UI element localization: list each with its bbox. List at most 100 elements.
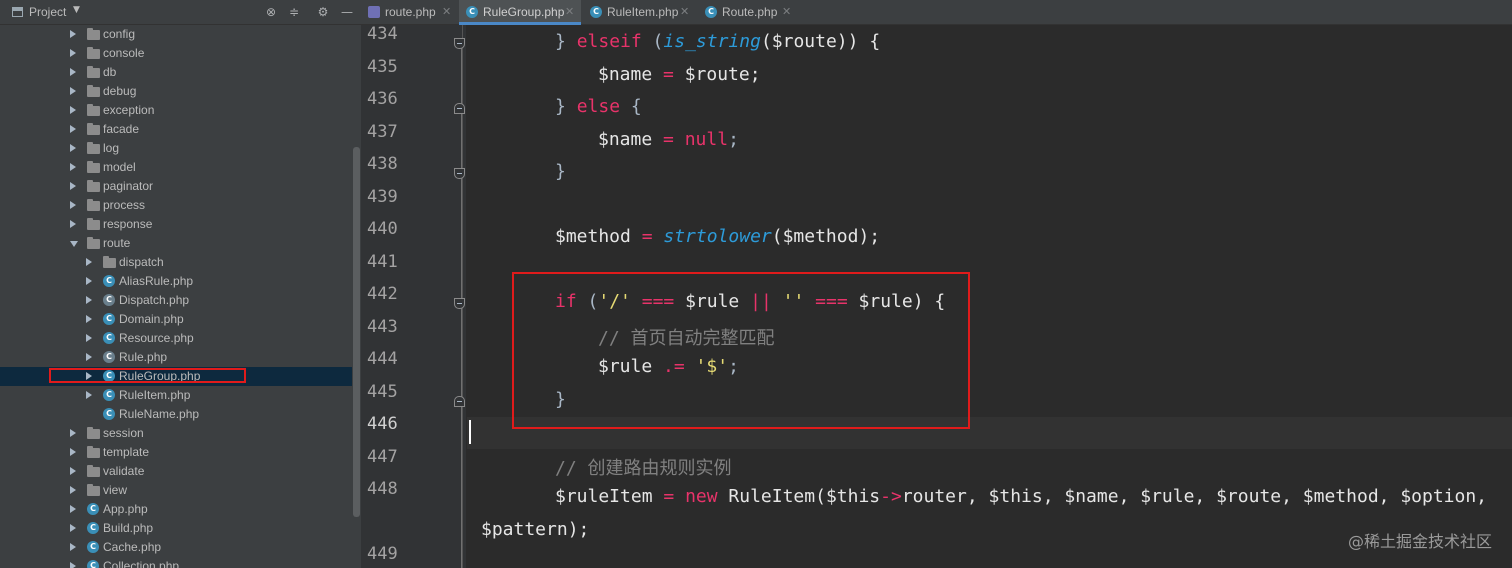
code-token: (: [576, 291, 599, 312]
code-token: =: [652, 129, 685, 150]
collapse-all-icon[interactable]: ≑: [285, 3, 303, 21]
tree-item-label: Resource.php: [119, 331, 194, 345]
tree-item-label: debug: [103, 84, 137, 98]
chevron-right-icon[interactable]: [70, 448, 76, 456]
tree-item-label: facade: [103, 122, 140, 136]
code-line-442: if ('/' === $rule || '' === $rule) {: [467, 287, 1512, 319]
project-tree-scrollbar[interactable]: [352, 25, 361, 568]
chevron-right-icon[interactable]: [70, 524, 76, 532]
tree-item-rulegroup-php[interactable]: C RuleGroup.php: [0, 367, 352, 386]
chevron-right-icon[interactable]: [86, 258, 92, 266]
tree-item-debug[interactable]: debug: [0, 82, 352, 101]
tree-item-domain-php[interactable]: C Domain.php: [0, 310, 352, 329]
tree-item-response[interactable]: response: [0, 215, 352, 234]
chevron-right-icon[interactable]: [70, 429, 76, 437]
chevron-right-icon[interactable]: [70, 49, 76, 57]
class-icon: C: [103, 332, 115, 344]
chevron-right-icon[interactable]: [70, 87, 76, 95]
tree-item-aliasrule-php[interactable]: C AliasRule.php: [0, 272, 352, 291]
chevron-down-icon[interactable]: [70, 241, 78, 247]
tab-route-php[interactable]: route.php ✕: [361, 0, 458, 25]
code-line-437: $name = null;: [467, 125, 1512, 157]
tree-item-resource-php[interactable]: C Resource.php: [0, 329, 352, 348]
tree-item-console[interactable]: console: [0, 44, 352, 63]
fold-collapse-icon[interactable]: [454, 103, 465, 114]
tab-ruleitem-php[interactable]: C RuleItem.php ✕: [583, 0, 696, 25]
line-number: 439: [367, 187, 398, 207]
tree-item-facade[interactable]: facade: [0, 120, 352, 139]
tree-item-db[interactable]: db: [0, 63, 352, 82]
chevron-right-icon[interactable]: [86, 334, 92, 342]
chevron-right-icon[interactable]: [86, 296, 92, 304]
tree-item-collection-php[interactable]: C Collection.php: [0, 557, 352, 568]
chevron-right-icon[interactable]: [86, 391, 92, 399]
code-area[interactable]: } elseif (is_string($route)) { $name = $…: [467, 25, 1512, 568]
chevron-right-icon[interactable]: [70, 182, 76, 190]
chevron-down-icon[interactable]: ▼: [73, 5, 80, 15]
chevron-right-icon[interactable]: [70, 543, 76, 551]
chevron-right-icon[interactable]: [70, 68, 76, 76]
code-token: ||: [750, 291, 772, 312]
minimize-icon[interactable]: —: [338, 3, 356, 21]
tree-item-ruleitem-php[interactable]: C RuleItem.php: [0, 386, 352, 405]
folder-icon: [103, 256, 116, 268]
chevron-right-icon[interactable]: [70, 220, 76, 228]
tree-item-rulename-php[interactable]: C RuleName.php: [0, 405, 352, 424]
tree-item-validate[interactable]: validate: [0, 462, 352, 481]
gear-icon[interactable]: ⚙: [314, 3, 332, 21]
folder-icon: [87, 123, 100, 135]
chevron-right-icon[interactable]: [70, 505, 76, 513]
tree-item-exception[interactable]: exception: [0, 101, 352, 120]
folder-icon: [87, 484, 100, 496]
tree-item-log[interactable]: log: [0, 139, 352, 158]
code-line-438: }: [467, 157, 1512, 189]
code-token: $method: [555, 226, 631, 247]
tab-route-class-php[interactable]: C Route.php ✕: [698, 0, 798, 25]
close-icon[interactable]: ✕: [782, 5, 791, 18]
tab-rulegroup-php[interactable]: C RuleGroup.php ✕: [459, 0, 581, 25]
tree-item-session[interactable]: session: [0, 424, 352, 443]
close-icon[interactable]: ✕: [565, 5, 574, 18]
chevron-right-icon[interactable]: [70, 486, 76, 494]
chevron-right-icon[interactable]: [70, 201, 76, 209]
chevron-right-icon[interactable]: [70, 144, 76, 152]
tree-item-template[interactable]: template: [0, 443, 352, 462]
chevron-right-icon[interactable]: [86, 315, 92, 323]
tree-item-app-php[interactable]: C App.php: [0, 500, 352, 519]
tree-item-cache-php[interactable]: C Cache.php: [0, 538, 352, 557]
chevron-right-icon[interactable]: [86, 353, 92, 361]
fold-collapse-icon[interactable]: [454, 298, 465, 309]
tree-item-config[interactable]: config: [0, 25, 352, 44]
scrollbar-thumb[interactable]: [353, 147, 360, 517]
close-icon[interactable]: ✕: [442, 5, 451, 18]
fold-collapse-icon[interactable]: [454, 396, 465, 407]
locate-icon[interactable]: ⊗: [262, 3, 280, 21]
chevron-right-icon[interactable]: [70, 467, 76, 475]
tree-item-paginator[interactable]: paginator: [0, 177, 352, 196]
project-tree[interactable]: config console db debug exception facade log mo…: [0, 25, 352, 568]
project-panel-title[interactable]: Project: [29, 5, 66, 19]
tree-item-rule-php[interactable]: C Rule.php: [0, 348, 352, 367]
tree-item-dispatch-php[interactable]: C Dispatch.php: [0, 291, 352, 310]
code-token: ===: [630, 291, 686, 312]
tree-item-build-php[interactable]: C Build.php: [0, 519, 352, 538]
fold-collapse-icon[interactable]: [454, 168, 465, 179]
chevron-right-icon[interactable]: [70, 30, 76, 38]
code-token: .=: [652, 356, 696, 377]
tree-item-view[interactable]: view: [0, 481, 352, 500]
editor-gutter[interactable]: 434 435 436 437 438 439 440 441 442 443 444 445 446 4…: [361, 24, 466, 568]
close-icon[interactable]: ✕: [680, 5, 689, 18]
tree-item-dispatch[interactable]: dispatch: [0, 253, 352, 272]
chevron-right-icon[interactable]: [70, 562, 76, 568]
chevron-right-icon[interactable]: [86, 277, 92, 285]
fold-collapse-icon[interactable]: [454, 38, 465, 49]
chevron-right-icon[interactable]: [70, 163, 76, 171]
tree-item-process[interactable]: process: [0, 196, 352, 215]
chevron-right-icon[interactable]: [70, 125, 76, 133]
chevron-right-icon[interactable]: [86, 372, 92, 380]
chevron-right-icon[interactable]: [70, 106, 76, 114]
tree-item-model[interactable]: model: [0, 158, 352, 177]
tree-item-route[interactable]: route: [0, 234, 352, 253]
folder-icon: [87, 28, 100, 40]
tree-item-label: dispatch: [119, 255, 164, 269]
